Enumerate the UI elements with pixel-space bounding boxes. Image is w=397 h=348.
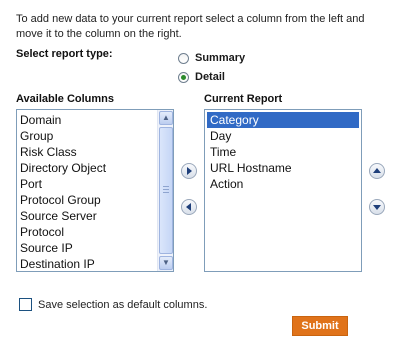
available-item-group[interactable]: Group [17,128,173,144]
current-report-list[interactable]: Category Day Time URL Hostname Action [204,109,362,272]
scroll-down-icon[interactable]: ▼ [159,256,173,270]
radio-detail-button[interactable] [178,71,189,83]
available-item-risk-class[interactable]: Risk Class [17,144,173,160]
available-item-directory-object[interactable]: Directory Object [17,160,173,176]
save-default-row[interactable]: Save selection as default columns. [19,298,207,311]
available-item-source-ip[interactable]: Source IP [17,240,173,256]
available-list-scrollbar[interactable]: ▲ ▼ [157,110,173,271]
available-item-destination-ip[interactable]: Destination IP [17,256,173,271]
available-item-domain[interactable]: Domain [17,112,173,128]
radio-detail[interactable]: Detail [178,71,225,83]
radio-summary[interactable]: Summary [178,52,245,64]
arrow-down-icon[interactable] [369,199,385,215]
save-default-label: Save selection as default columns. [38,298,208,311]
current-report-heading: Current Report [204,93,283,105]
arrow-up-icon[interactable] [369,163,385,179]
scroll-thumb[interactable] [159,127,173,254]
save-default-checkbox[interactable] [19,298,32,311]
available-columns-list[interactable]: Domain Group Risk Class Directory Object… [16,109,174,272]
radio-detail-label: Detail [195,71,225,83]
available-item-protocol[interactable]: Protocol [17,224,173,240]
current-item-day[interactable]: Day [207,128,359,144]
scroll-up-icon[interactable]: ▲ [159,111,173,125]
available-columns-heading: Available Columns [16,93,115,105]
available-item-source-server[interactable]: Source Server [17,208,173,224]
available-item-port[interactable]: Port [17,176,173,192]
radio-summary-button[interactable] [178,52,189,64]
report-type-label: Select report type: [16,48,113,60]
arrow-left-icon[interactable] [181,199,197,215]
current-item-time[interactable]: Time [207,144,359,160]
submit-button[interactable]: Submit [292,316,348,336]
current-item-url-hostname[interactable]: URL Hostname [207,160,359,176]
available-item-protocol-group[interactable]: Protocol Group [17,192,173,208]
current-item-action[interactable]: Action [207,176,359,192]
arrow-right-icon[interactable] [181,163,197,179]
instructions-text: To add new data to your current report s… [16,13,365,40]
current-item-category[interactable]: Category [207,112,359,128]
radio-summary-label: Summary [195,52,246,64]
